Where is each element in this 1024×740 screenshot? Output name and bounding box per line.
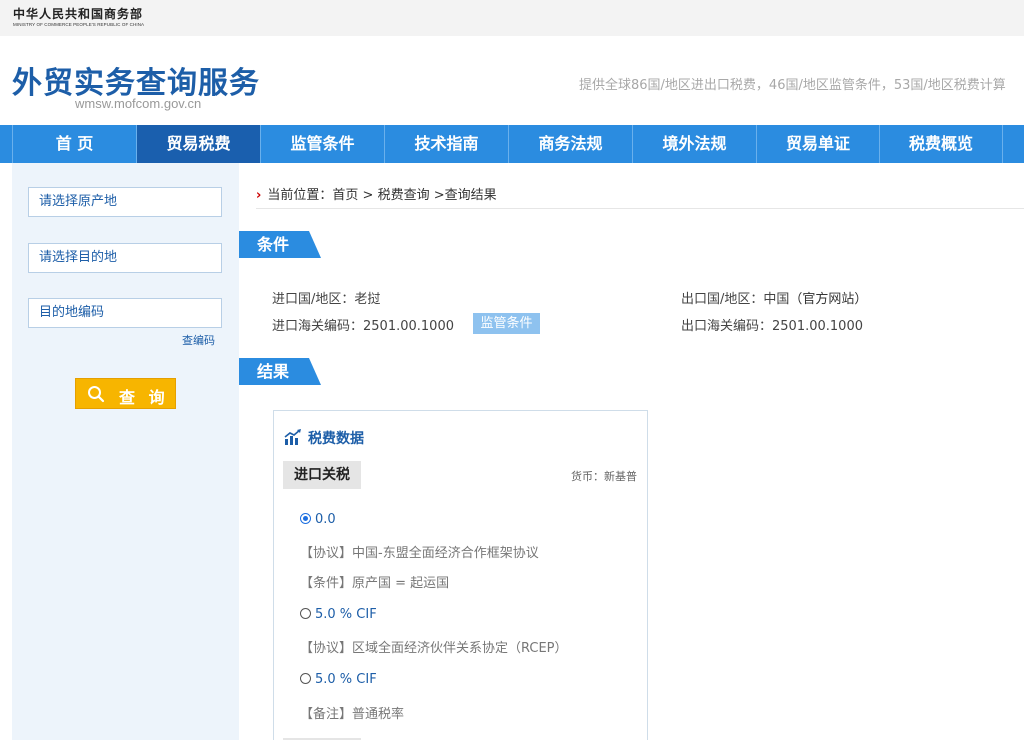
trend-chart-icon bbox=[284, 429, 301, 445]
breadcrumb-current: 查询结果 bbox=[444, 188, 497, 203]
site-domain: wmsw.mofcom.gov.cn bbox=[75, 96, 202, 111]
rate-note: 【协议】区域全面经济伙伴关系协定（RCEP） bbox=[300, 641, 568, 656]
rate-value: 5.0 % CIF bbox=[315, 607, 377, 622]
ministry-banner: 中华人民共和国商务部 MINISTRY OF COMMERCE PEOPLE'S… bbox=[0, 0, 1024, 36]
main-nav: 首 页 贸易税费 监管条件 技术指南 商务法规 境外法规 贸易单证 税费概览 bbox=[0, 125, 1024, 163]
export-code-label: 出口海关编码： bbox=[681, 319, 773, 334]
ministry-name[interactable]: 中华人民共和国商务部 bbox=[13, 5, 143, 22]
import-country: 进口国/地区：老挝 bbox=[272, 288, 380, 307]
origin-select[interactable]: 请选择原产地 bbox=[28, 187, 222, 217]
export-country-label: 出口国/地区： bbox=[681, 292, 764, 307]
nav-item-tax-overview[interactable]: 税费概览 bbox=[879, 125, 1003, 163]
nav-item-trade-docs[interactable]: 贸易单证 bbox=[756, 125, 879, 163]
export-country: 出口国/地区：中国（官方网站） bbox=[681, 288, 867, 307]
code-lookup-link[interactable]: 查编码 bbox=[182, 332, 215, 348]
import-code: 进口海关编码：2501.00.1000 bbox=[272, 315, 454, 334]
tax-data-title: 税费数据 bbox=[308, 431, 364, 447]
rate-note: 【条件】原产国 = 起运国 bbox=[300, 576, 450, 591]
tax-data-card: 税费数据 进口关税 货币：新基普 0.0 【协议】中国-东盟全面经济合作框架协议… bbox=[273, 410, 648, 740]
import-code-label: 进口海关编码： bbox=[272, 319, 364, 334]
rate-option[interactable]: 0.0 bbox=[300, 512, 336, 527]
tab-import-duty[interactable]: 进口关税 bbox=[283, 461, 361, 489]
nav-item-supervision[interactable]: 监管条件 bbox=[260, 125, 384, 163]
breadcrumb: › 当前位置：首页 > 税费查询 >查询结果 bbox=[256, 184, 497, 203]
nav-item-foreign-law[interactable]: 境外法规 bbox=[632, 125, 756, 163]
nav-item-home[interactable]: 首 页 bbox=[12, 125, 136, 163]
import-code-value: 2501.00.1000 bbox=[363, 319, 454, 334]
radio-selected-icon[interactable] bbox=[300, 513, 311, 524]
destination-select[interactable]: 请选择目的地 bbox=[28, 243, 222, 273]
import-country-value: 老挝 bbox=[354, 292, 381, 307]
tax-data-heading: 税费数据 bbox=[284, 428, 364, 448]
query-button[interactable]: 查 询 bbox=[75, 378, 176, 409]
supervision-conditions-button[interactable]: 监管条件 bbox=[473, 313, 540, 334]
breadcrumb-divider bbox=[256, 208, 1024, 209]
breadcrumb-separator: > bbox=[358, 188, 378, 203]
nav-item-trade-tax[interactable]: 贸易税费 bbox=[136, 125, 260, 163]
export-code-value: 2501.00.1000 bbox=[772, 319, 863, 334]
export-code: 出口海关编码：2501.00.1000 bbox=[681, 315, 863, 334]
destination-code-input[interactable]: 目的地编码 bbox=[28, 298, 222, 328]
breadcrumb-separator: > bbox=[429, 188, 445, 203]
rate-option[interactable]: 5.0 % CIF bbox=[300, 607, 377, 622]
rate-note: 【备注】普通税率 bbox=[300, 707, 405, 722]
conditions-section-title: 条件 bbox=[239, 231, 321, 258]
breadcrumb-tax-query[interactable]: 税费查询 bbox=[378, 188, 430, 203]
breadcrumb-arrow-icon: › bbox=[256, 188, 262, 203]
search-icon bbox=[88, 386, 105, 403]
rate-option[interactable]: 5.0 % CIF bbox=[300, 672, 377, 687]
currency-label: 货币：新基普 bbox=[571, 470, 637, 483]
nav-item-tech-guide[interactable]: 技术指南 bbox=[384, 125, 508, 163]
rate-note: 【协议】中国-东盟全面经济合作框架协议 bbox=[300, 546, 539, 561]
import-country-label: 进口国/地区： bbox=[272, 292, 355, 307]
rate-value: 5.0 % CIF bbox=[315, 672, 377, 687]
breadcrumb-prefix: 当前位置： bbox=[267, 188, 333, 203]
query-sidebar: 请选择原产地 请选择目的地 目的地编码 查编码 查 询 bbox=[12, 163, 239, 740]
official-site-link[interactable]: （官方网站） bbox=[789, 292, 867, 307]
breadcrumb-home[interactable]: 首页 bbox=[332, 188, 358, 203]
site-tagline: 提供全球86国/地区进出口税费，46国/地区监管条件，53国/地区税费计算 bbox=[579, 78, 1006, 93]
radio-unselected-icon[interactable] bbox=[300, 608, 311, 619]
query-button-label: 查 询 bbox=[119, 388, 169, 407]
rate-value: 0.0 bbox=[315, 512, 336, 527]
results-section-title: 结果 bbox=[239, 358, 321, 385]
radio-unselected-icon[interactable] bbox=[300, 673, 311, 684]
export-country-value: 中国 bbox=[763, 292, 790, 307]
ministry-name-en: MINISTRY OF COMMERCE PEOPLE'S REPUBLIC O… bbox=[13, 22, 145, 27]
nav-item-commerce-law[interactable]: 商务法规 bbox=[508, 125, 632, 163]
